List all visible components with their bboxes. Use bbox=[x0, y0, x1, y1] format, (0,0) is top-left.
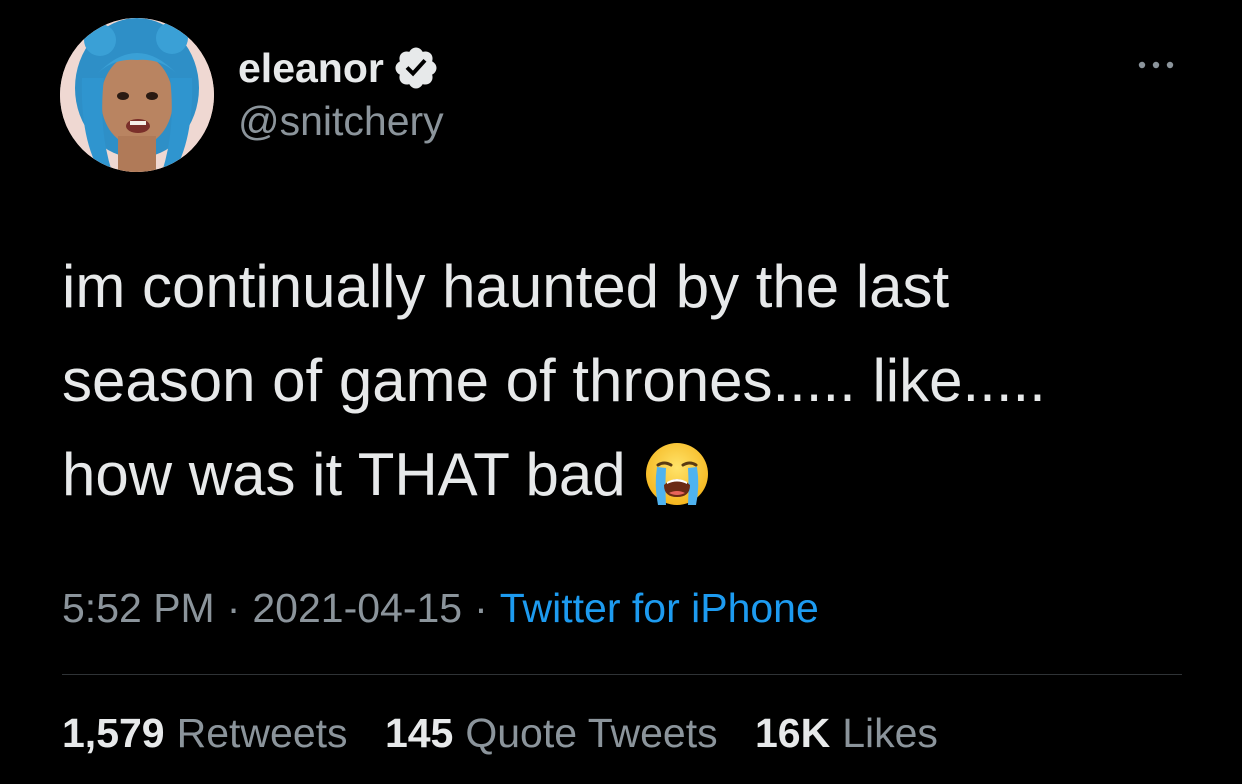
likes-label: Likes bbox=[842, 710, 938, 756]
engagement-stats: 1,579 Retweets 145 Quote Tweets 16K Likes bbox=[62, 710, 964, 757]
divider bbox=[62, 674, 1182, 675]
tweet-time[interactable]: 5:52 PM bbox=[62, 585, 215, 631]
quote-tweets-count: 145 bbox=[384, 710, 454, 756]
quote-tweets-stat[interactable]: 145 Quote Tweets bbox=[385, 710, 718, 756]
more-options-icon[interactable] bbox=[1135, 50, 1177, 80]
tweet-text: im continually haunted by the last seaso… bbox=[62, 240, 1182, 522]
display-name[interactable]: eleanor bbox=[238, 45, 384, 92]
author-name-row[interactable]: eleanor bbox=[238, 42, 440, 94]
likes-count: 16K bbox=[755, 710, 831, 756]
tweet-text-line: im continually haunted by the last bbox=[62, 253, 950, 320]
loudly-crying-face-icon bbox=[644, 440, 710, 506]
avatar-image bbox=[60, 18, 214, 172]
tweet-text-line: how was it THAT bad bbox=[62, 441, 626, 508]
verified-badge-icon bbox=[392, 44, 440, 92]
tweet-source-link[interactable]: Twitter for iPhone bbox=[500, 585, 819, 631]
tweet-text-line-with-emoji: how was it THAT bad bbox=[62, 428, 1182, 522]
meta-separator: · bbox=[474, 585, 488, 631]
avatar[interactable] bbox=[60, 18, 214, 172]
quote-tweets-label: Quote Tweets bbox=[465, 710, 718, 756]
tweet-date[interactable]: 2021-04-15 bbox=[252, 585, 462, 631]
tweet-text-line: season of game of thrones..... like..... bbox=[62, 347, 1046, 414]
retweets-label: Retweets bbox=[176, 710, 348, 756]
retweets-stat[interactable]: 1,579 Retweets bbox=[62, 710, 348, 756]
tweet-metadata: 5:52 PM · 2021-04-15 · Twitter for iPhone bbox=[62, 585, 819, 632]
retweets-count: 1,579 bbox=[62, 710, 165, 756]
likes-stat[interactable]: 16K Likes bbox=[755, 710, 938, 756]
user-handle[interactable]: @snitchery bbox=[238, 98, 444, 145]
meta-separator: · bbox=[226, 585, 241, 631]
tweet-card: eleanor @snitchery im continually haunte… bbox=[0, 0, 1242, 784]
